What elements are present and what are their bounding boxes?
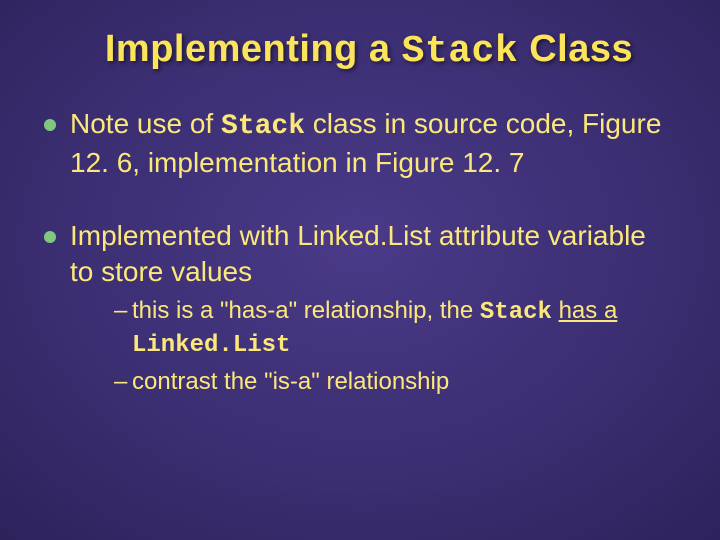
bullet-2-text: Implemented with Linked.List attribute v… bbox=[70, 220, 646, 287]
slide-title: Implementing a Stack Class bbox=[62, 28, 676, 74]
title-text-post: Class bbox=[518, 28, 633, 70]
bullet-1-pre: Note use of bbox=[70, 108, 221, 139]
title-text-pre: Implementing a bbox=[105, 28, 402, 70]
bullet-2b: contrast the "is-a" relationship bbox=[114, 367, 676, 398]
bullet-2b-text: contrast the "is-a" relationship bbox=[132, 368, 449, 395]
bullet-2a-code2: Linked.List bbox=[132, 332, 290, 359]
slide-body: Note use of Stack class in source code, … bbox=[44, 106, 676, 398]
bullet-2a-code1: Stack bbox=[480, 299, 552, 326]
bullet-2: Implemented with Linked.List attribute v… bbox=[44, 218, 676, 398]
bullet-1: Note use of Stack class in source code, … bbox=[44, 106, 676, 181]
bullet-2a-pre: this is a "has-a" relationship, the bbox=[132, 297, 480, 324]
bullet-2a: this is a "has-a" relationship, the Stac… bbox=[114, 296, 676, 361]
bullet-2a-mid: has a bbox=[559, 297, 618, 324]
bullet-1-code: Stack bbox=[221, 111, 305, 142]
title-code: Stack bbox=[402, 30, 519, 73]
slide: Implementing a Stack Class Note use of S… bbox=[0, 0, 720, 540]
